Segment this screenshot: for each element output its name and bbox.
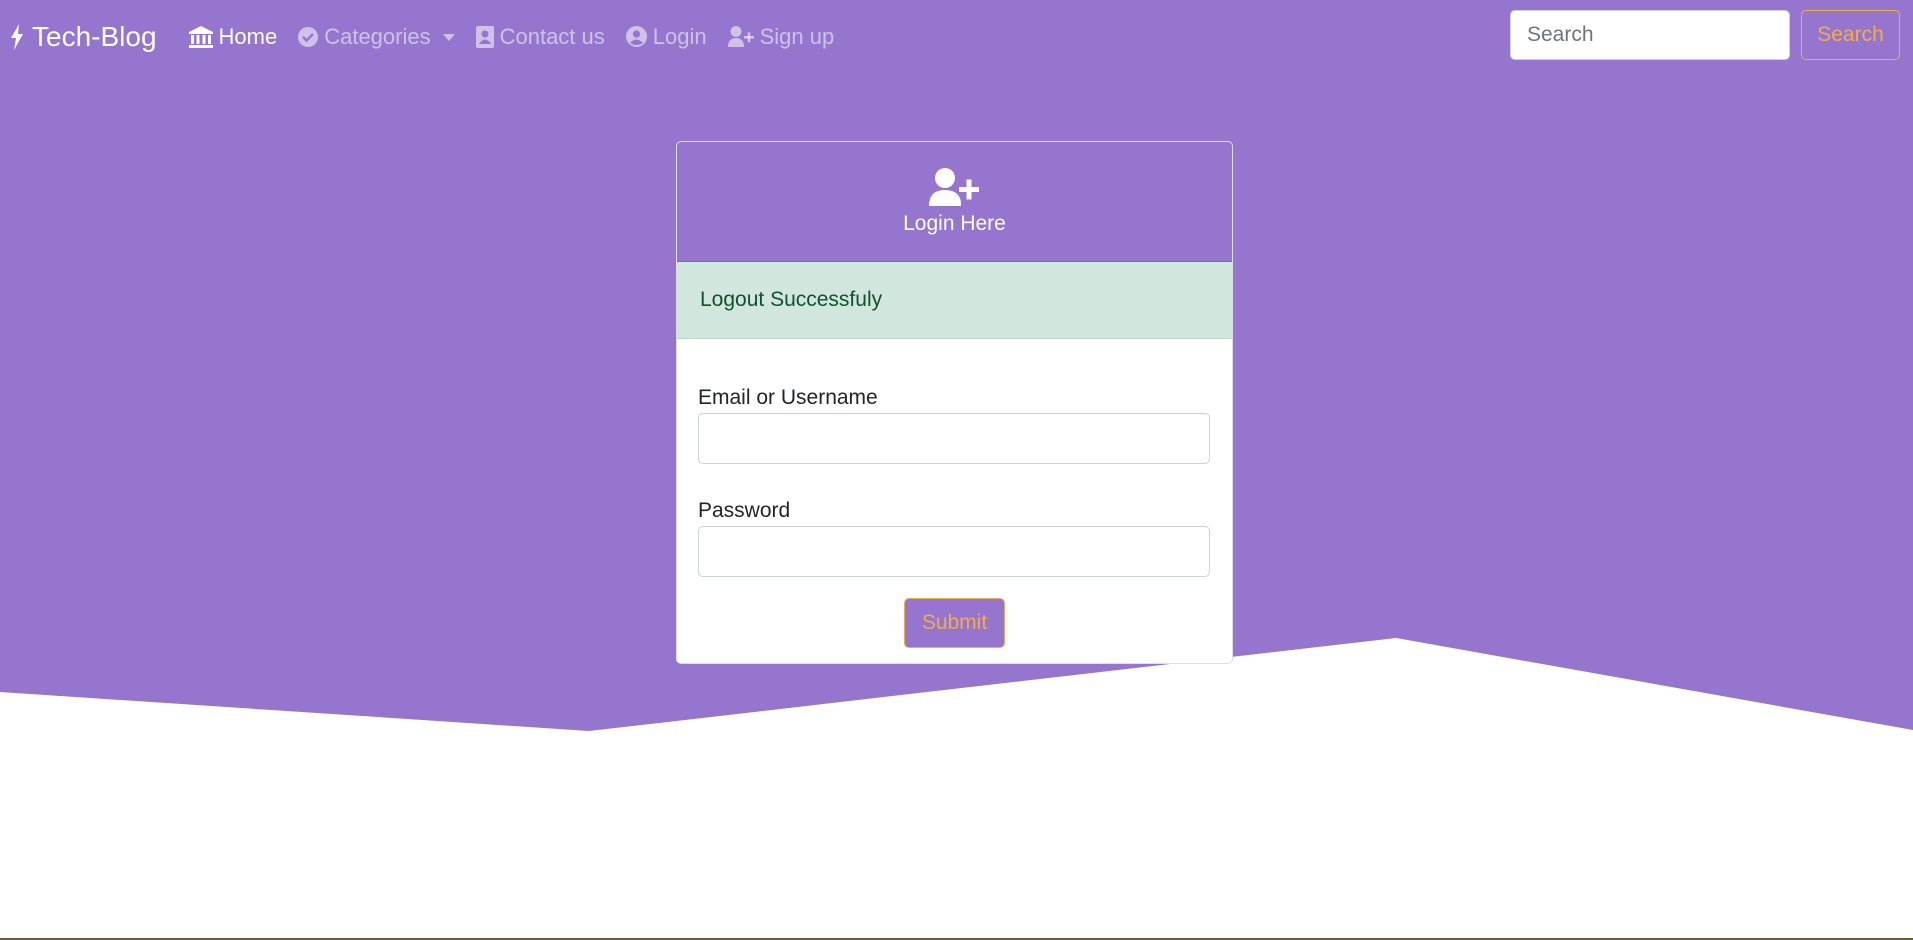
email-label: Email or Username xyxy=(698,386,878,409)
bank-icon xyxy=(188,25,213,48)
nav-home[interactable]: Home xyxy=(188,23,278,50)
check-circle-icon xyxy=(298,26,319,47)
nav-login-label: Login xyxy=(652,23,707,49)
nav-home-label: Home xyxy=(218,23,278,49)
password-field[interactable] xyxy=(698,526,1210,577)
nav-categories-dropdown[interactable]: Categories xyxy=(298,23,455,50)
submit-row: Submit xyxy=(698,598,1211,648)
bolt-icon xyxy=(11,23,23,50)
user-plus-icon xyxy=(727,26,754,47)
address-book-icon xyxy=(475,25,494,48)
password-group: Password xyxy=(698,499,1211,577)
chevron-down-icon xyxy=(442,34,455,41)
user-plus-icon xyxy=(928,167,979,206)
brand-label: Tech-Blog xyxy=(32,20,157,52)
navbar-brand[interactable]: Tech-Blog xyxy=(10,21,157,53)
nav-contact[interactable]: Contact us xyxy=(475,23,605,50)
search-form: Search xyxy=(1510,10,1900,60)
nav-login[interactable]: Login xyxy=(625,23,707,50)
login-form: Email or Username Password Submit xyxy=(677,386,1232,648)
nav-categories-label: Categories xyxy=(324,23,431,49)
email-field[interactable] xyxy=(698,413,1210,464)
search-button[interactable]: Search xyxy=(1801,10,1900,60)
login-title: Login Here xyxy=(903,211,1006,235)
nav-signup-label: Sign up xyxy=(759,23,835,49)
search-input[interactable] xyxy=(1510,10,1790,60)
password-label: Password xyxy=(698,499,791,522)
user-circle-icon xyxy=(625,26,647,47)
email-group: Email or Username xyxy=(698,386,1211,464)
navbar: Tech-Blog Home Categories Contact us Log… xyxy=(0,0,1913,73)
nav-contact-label: Contact us xyxy=(499,23,605,49)
login-card-header: Login Here xyxy=(677,142,1232,262)
nav-signup[interactable]: Sign up xyxy=(727,23,835,50)
login-card: Login Here Logout Successfuly Email or U… xyxy=(676,141,1233,664)
submit-button[interactable]: Submit xyxy=(904,598,1005,648)
logout-success-alert: Logout Successfuly xyxy=(677,262,1232,339)
